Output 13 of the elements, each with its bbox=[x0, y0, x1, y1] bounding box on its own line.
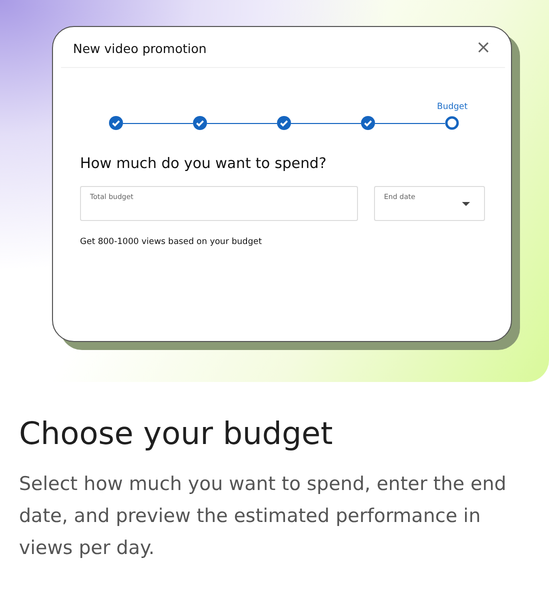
question-heading: How much do you want to spend? bbox=[80, 156, 328, 172]
check-circle-icon[interactable] bbox=[109, 116, 123, 130]
estimate-text: Get 800-1000 views based on your budget bbox=[80, 237, 263, 247]
circle-icon[interactable] bbox=[445, 116, 459, 130]
close-button[interactable]: × bbox=[476, 39, 491, 57]
check-circle-icon[interactable] bbox=[361, 116, 375, 130]
description-text: Select how much you want to spend, enter the end date, and preview the estimated performance in views per day. bbox=[19, 472, 508, 561]
check-circle-icon[interactable] bbox=[193, 116, 207, 130]
check-circle-icon[interactable] bbox=[277, 116, 291, 130]
dialog-title: New video promotion bbox=[73, 40, 207, 56]
caret-icon bbox=[462, 202, 470, 206]
section-heading: Choose your budget bbox=[19, 416, 334, 452]
step-label: Budget bbox=[437, 102, 468, 112]
